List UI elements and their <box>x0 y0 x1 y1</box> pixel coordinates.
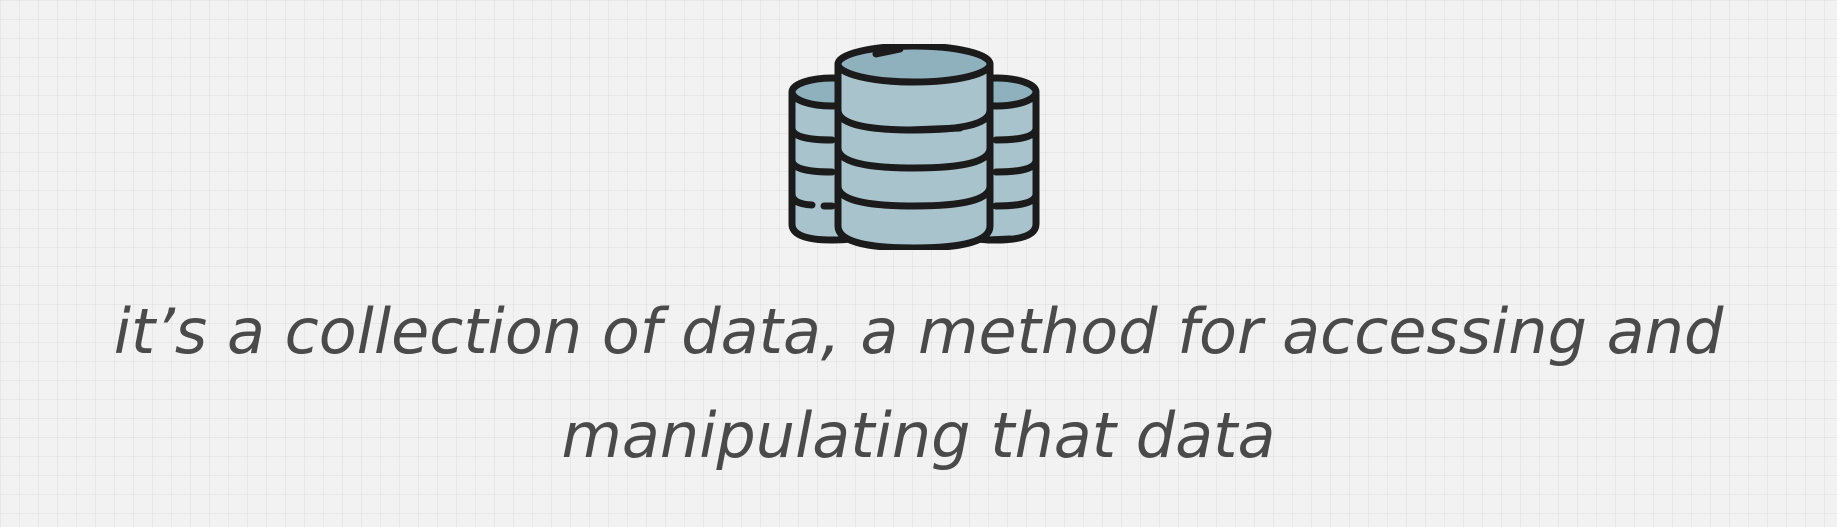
caption: it’s a collection of data, a method for … <box>0 280 1837 488</box>
caption-line-2: manipulating that data <box>561 399 1276 472</box>
slide: it’s a collection of data, a method for … <box>0 0 1837 527</box>
database-icon <box>780 44 1048 250</box>
caption-line-1: it’s a collection of data, a method for … <box>113 295 1724 368</box>
